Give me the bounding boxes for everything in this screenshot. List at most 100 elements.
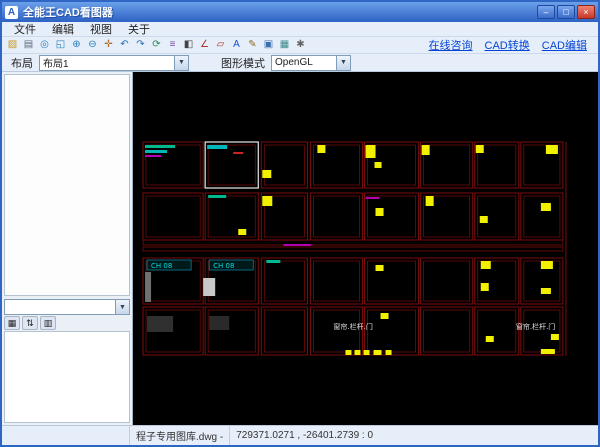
cad-block bbox=[550, 334, 559, 340]
cad-block bbox=[365, 197, 380, 199]
text-find-icon[interactable]: A bbox=[229, 38, 244, 53]
previous-view-icon[interactable]: ↶ bbox=[117, 38, 132, 53]
status-filename: 程子专用图库.dwg - bbox=[130, 426, 231, 445]
settings-icon[interactable]: ✱ bbox=[293, 38, 308, 53]
properties-area bbox=[4, 74, 130, 296]
property-list[interactable] bbox=[4, 331, 130, 423]
graphics-mode-value: OpenGL bbox=[275, 57, 313, 68]
cad-block bbox=[479, 216, 488, 223]
cad-block bbox=[145, 145, 176, 148]
cad-block bbox=[374, 162, 382, 168]
zoom-in-icon[interactable]: ⊕ bbox=[69, 38, 84, 53]
menu-bar: 文件 编辑 视图 关于 bbox=[2, 22, 598, 37]
minimize-button[interactable]: – bbox=[537, 5, 555, 19]
cad-block bbox=[540, 261, 553, 269]
alphabetical-sort-icon[interactable]: ⇅ bbox=[22, 316, 38, 330]
cad-text-label: CH 08 bbox=[213, 262, 234, 270]
layout-label: 布局 bbox=[11, 57, 33, 70]
cad-block bbox=[233, 152, 244, 154]
print-icon[interactable]: ▤ bbox=[21, 38, 36, 53]
cad-block bbox=[425, 196, 434, 206]
measure-distance-icon[interactable]: ∠ bbox=[197, 38, 212, 53]
zoom-extents-icon[interactable]: ◎ bbox=[37, 38, 52, 53]
cad-block bbox=[540, 349, 555, 354]
zoom-window-icon[interactable]: ◱ bbox=[53, 38, 68, 53]
link-online-consult[interactable]: 在线咨询 bbox=[429, 37, 473, 53]
property-filter-select[interactable]: ▼ bbox=[4, 299, 130, 315]
stamp-icon[interactable]: ▣ bbox=[261, 38, 276, 53]
menu-item-edit[interactable]: 编辑 bbox=[44, 21, 82, 37]
cad-block bbox=[375, 208, 384, 216]
chevron-down-icon[interactable]: ▼ bbox=[115, 300, 129, 314]
pan-icon[interactable]: ✛ bbox=[101, 38, 116, 53]
menu-item-file[interactable]: 文件 bbox=[6, 21, 44, 37]
measure-area-icon[interactable]: ▱ bbox=[213, 38, 228, 53]
cad-block bbox=[480, 283, 489, 291]
window-controls: – □ × bbox=[537, 5, 595, 19]
menu-item-about[interactable]: 关于 bbox=[120, 21, 158, 37]
toolbar: ▨ ▤ ◎ ◱ ⊕ ⊖ ✛ ↶ ↷ ⟳ ≡ ◧ ∠ ▱ A ✎ ▣ ▦ ✱ 在线咨询 CAD转换 CAD编辑 bbox=[2, 37, 598, 54]
link-cad-convert[interactable]: CAD转换 bbox=[485, 37, 530, 53]
left-panel: ▼ ▦ ⇅ ▥ bbox=[2, 72, 133, 425]
cad-block bbox=[421, 145, 430, 155]
property-toolbar: ▦ ⇅ ▥ bbox=[4, 315, 130, 331]
toolbar-links: 在线咨询 CAD转换 CAD编辑 bbox=[429, 37, 595, 53]
cad-block bbox=[480, 261, 491, 269]
status-coordinates: 729371.0271 , -26401.2739 : 0 bbox=[236, 430, 374, 441]
property-page-icon[interactable]: ▥ bbox=[40, 316, 56, 330]
cad-block bbox=[147, 316, 174, 332]
cad-block bbox=[540, 203, 551, 211]
link-cad-edit[interactable]: CAD编辑 bbox=[542, 37, 587, 53]
cad-block bbox=[266, 260, 281, 263]
cad-block bbox=[203, 278, 216, 296]
export-image-icon[interactable]: ▦ bbox=[277, 38, 292, 53]
maximize-button[interactable]: □ bbox=[557, 5, 575, 19]
cad-block bbox=[540, 288, 551, 294]
layers-icon[interactable]: ≡ bbox=[165, 38, 180, 53]
cad-block bbox=[317, 145, 326, 153]
drawing-canvas[interactable]: CH 08 CH 08 窗帘.栏杆.门 窗帘.栏杆.门 bbox=[133, 72, 598, 425]
cad-block bbox=[145, 272, 152, 302]
menu-item-view[interactable]: 视图 bbox=[82, 21, 120, 37]
status-bar: 程子专用图库.dwg - 729371.0271 , -26401.2739 :… bbox=[2, 425, 598, 445]
cad-background bbox=[133, 72, 598, 425]
main-area: ▼ ▦ ⇅ ▥ CH 08 CH 08 窗帘.栏杆.门 窗帘.栏杆.门 bbox=[2, 72, 598, 425]
layout-select[interactable]: 布局1 ▼ bbox=[39, 54, 189, 71]
cad-block bbox=[545, 145, 558, 154]
cad-drawing[interactable]: CH 08 CH 08 窗帘.栏杆.门 窗帘.栏杆.门 bbox=[133, 72, 598, 425]
cad-block bbox=[380, 313, 389, 319]
cad-block bbox=[475, 145, 484, 153]
toolbar-icons: ▨ ▤ ◎ ◱ ⊕ ⊖ ✛ ↶ ↷ ⟳ ≡ ◧ ∠ ▱ A ✎ ▣ ▦ ✱ bbox=[5, 38, 308, 53]
cad-block bbox=[207, 145, 228, 149]
cad-block bbox=[354, 350, 361, 355]
status-left-cell bbox=[2, 426, 130, 445]
cad-block bbox=[262, 170, 272, 178]
rotate-view-icon[interactable]: ⟳ bbox=[149, 38, 164, 53]
categorized-icon[interactable]: ▦ bbox=[4, 316, 20, 330]
layout-select-value: 布局1 bbox=[43, 59, 69, 70]
chevron-down-icon[interactable]: ▼ bbox=[174, 55, 188, 70]
background-color-icon[interactable]: ◧ bbox=[181, 38, 196, 53]
cad-text-label: CH 08 bbox=[151, 262, 172, 270]
cad-block bbox=[345, 350, 352, 355]
cad-block bbox=[373, 350, 382, 355]
cad-text-label: 窗帘.栏杆.门 bbox=[333, 322, 372, 331]
app-window: A 全能王CAD看图器 – □ × 文件 编辑 视图 关于 ▨ ▤ ◎ ◱ ⊕ ⊖ ✛ ↶ ↷ ⟳ ≡ ◧ ∠… bbox=[0, 0, 600, 447]
title-bar: A 全能王CAD看图器 – □ × bbox=[2, 2, 598, 22]
open-file-icon[interactable]: ▨ bbox=[5, 38, 20, 53]
cad-block bbox=[283, 244, 312, 246]
cad-block bbox=[238, 229, 247, 235]
zoom-out-icon[interactable]: ⊖ bbox=[85, 38, 100, 53]
cad-block bbox=[365, 145, 376, 158]
annotation-icon[interactable]: ✎ bbox=[245, 38, 260, 53]
cad-text-label: 窗帘.栏杆.门 bbox=[516, 322, 555, 331]
cad-block bbox=[485, 336, 494, 342]
cad-block bbox=[145, 155, 162, 157]
cad-block bbox=[385, 350, 392, 355]
close-button[interactable]: × bbox=[577, 5, 595, 19]
chevron-down-icon[interactable]: ▼ bbox=[336, 55, 350, 70]
app-icon: A bbox=[5, 5, 18, 19]
graphics-mode-select[interactable]: OpenGL ▼ bbox=[271, 54, 351, 71]
window-title: 全能王CAD看图器 bbox=[23, 7, 113, 19]
next-view-icon[interactable]: ↷ bbox=[133, 38, 148, 53]
